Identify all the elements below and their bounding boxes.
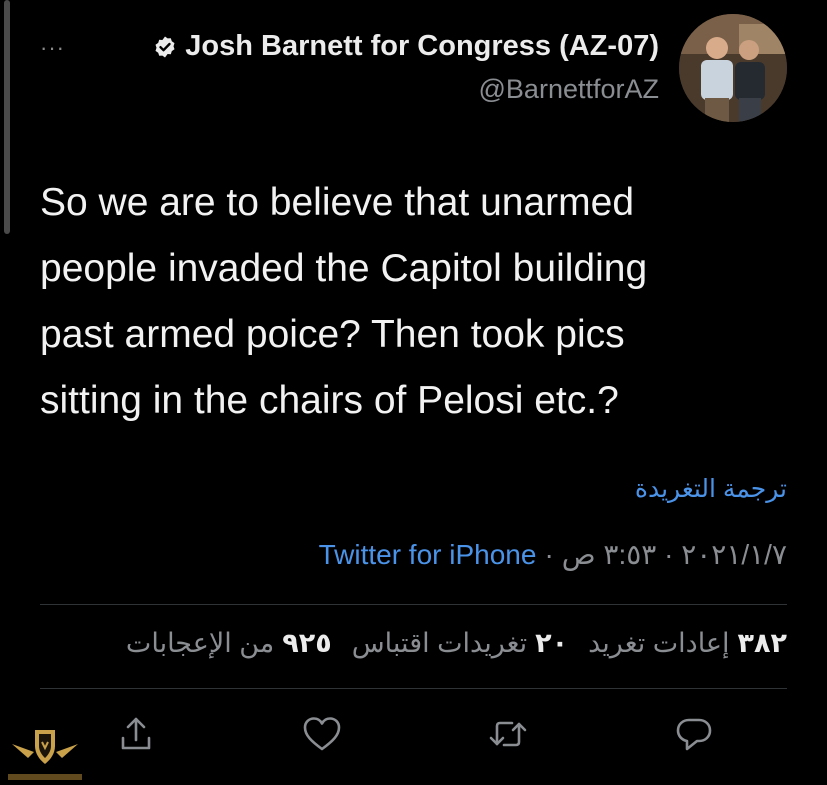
share-icon — [121, 717, 151, 750]
quotes-stat[interactable]: ٢٠ تغريدات اقتباس — [352, 628, 568, 659]
tweet-header: ··· Josh Barnett for Congress (AZ-07) @B… — [0, 14, 827, 124]
watermark-logo — [8, 730, 82, 780]
tweet-line: people invaded the Capitol building — [40, 247, 648, 290]
tweet-line: So we are to believe that unarmed — [40, 181, 635, 224]
avatar[interactable] — [679, 14, 787, 122]
retweets-stat[interactable]: ٣٨٢ إعادات تغريد — [588, 628, 787, 659]
retweets-count: ٣٨٢ — [737, 628, 787, 658]
retweet-button[interactable] — [486, 712, 530, 756]
divider — [40, 604, 787, 605]
quotes-label: تغريدات اقتباس — [351, 628, 528, 658]
quotes-count: ٢٠ — [535, 628, 569, 658]
avatar-photo — [679, 14, 787, 122]
likes-stat[interactable]: ٩٢٥ من الإعجابات — [126, 628, 332, 659]
action-bar — [0, 712, 827, 762]
retweets-label: إعادات تغريد — [588, 628, 730, 658]
tweet-line: sitting in the chairs of Pelosi etc.? — [40, 379, 619, 422]
reply-button[interactable] — [672, 712, 716, 756]
tweet-line: past armed poice? Then took pics — [40, 313, 625, 356]
verified-badge-icon — [155, 36, 175, 57]
likes-count: ٩٢٥ — [282, 628, 332, 658]
author-name-row[interactable]: Josh Barnett for Congress (AZ-07) — [153, 30, 659, 63]
source-link[interactable]: Twitter for iPhone — [319, 539, 537, 571]
likes-label: من الإعجابات — [125, 628, 275, 658]
reply-icon — [676, 718, 712, 751]
heart-icon — [303, 717, 341, 751]
tweet-timestamp: ٢٠٢١/١/٧ · ٣:٥٣ ص — [561, 539, 787, 570]
like-button[interactable] — [300, 712, 344, 756]
retweet-icon — [489, 721, 527, 747]
engagement-stats: ٣٨٢ إعادات تغريد ٢٠ تغريدات اقتباس ٩٢٥ م… — [126, 628, 787, 659]
more-options-icon[interactable]: ··· — [40, 37, 65, 59]
user-handle[interactable]: @BarnettforAZ — [479, 74, 659, 105]
share-button[interactable] — [114, 712, 158, 756]
display-name: Josh Barnett for Congress (AZ-07) — [185, 30, 659, 62]
divider — [40, 688, 787, 689]
tweet-meta: Twitter for iPhone · ٢٠٢١/١/٧ · ٣:٥٣ ص — [319, 538, 787, 571]
meta-separator: · — [544, 538, 554, 570]
tweet-body: So we are to believe that unarmed people… — [40, 170, 780, 434]
translate-tweet-link[interactable]: ترجمة التغريدة — [635, 474, 787, 504]
